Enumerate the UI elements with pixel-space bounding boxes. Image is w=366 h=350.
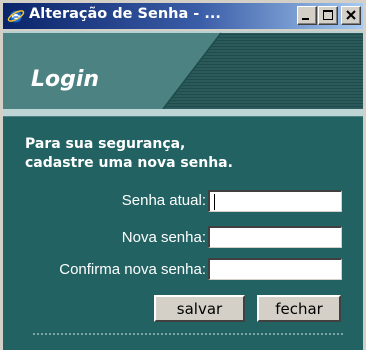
confirm-password-label: Confirma nova senha: — [59, 261, 206, 278]
maximize-button[interactable] — [318, 6, 338, 25]
header-divider — [3, 109, 363, 116]
dotted-divider — [33, 333, 343, 335]
close-button[interactable]: fechar — [257, 295, 341, 322]
security-message: Para sua segurança, cadastre uma nova se… — [25, 135, 233, 173]
close-window-button[interactable] — [341, 6, 361, 25]
new-password-field[interactable] — [208, 226, 342, 248]
current-password-label: Senha atual: — [121, 192, 206, 209]
browser-window: Alteração de Senha - ... Login Para sua … — [0, 0, 366, 350]
page-title: Login — [31, 67, 100, 92]
text-cursor — [214, 194, 215, 210]
current-password-field[interactable] — [208, 190, 342, 212]
title-bar[interactable]: Alteração de Senha - ... — [3, 3, 363, 29]
header-divider-line — [3, 116, 363, 117]
save-button[interactable]: salvar — [154, 295, 245, 322]
login-header: Login — [3, 31, 363, 109]
page-content: Login Para sua segurança, cadastre uma n… — [3, 31, 363, 350]
window-title: Alteração de Senha - ... — [29, 6, 221, 22]
confirm-password-field[interactable] — [208, 258, 342, 280]
security-message-line1: Para sua segurança, — [25, 136, 186, 152]
ie-icon — [7, 7, 25, 25]
security-message-line2: cadastre uma nova senha. — [25, 155, 233, 171]
new-password-label: Nova senha: — [121, 229, 206, 246]
minimize-button[interactable] — [297, 6, 317, 25]
